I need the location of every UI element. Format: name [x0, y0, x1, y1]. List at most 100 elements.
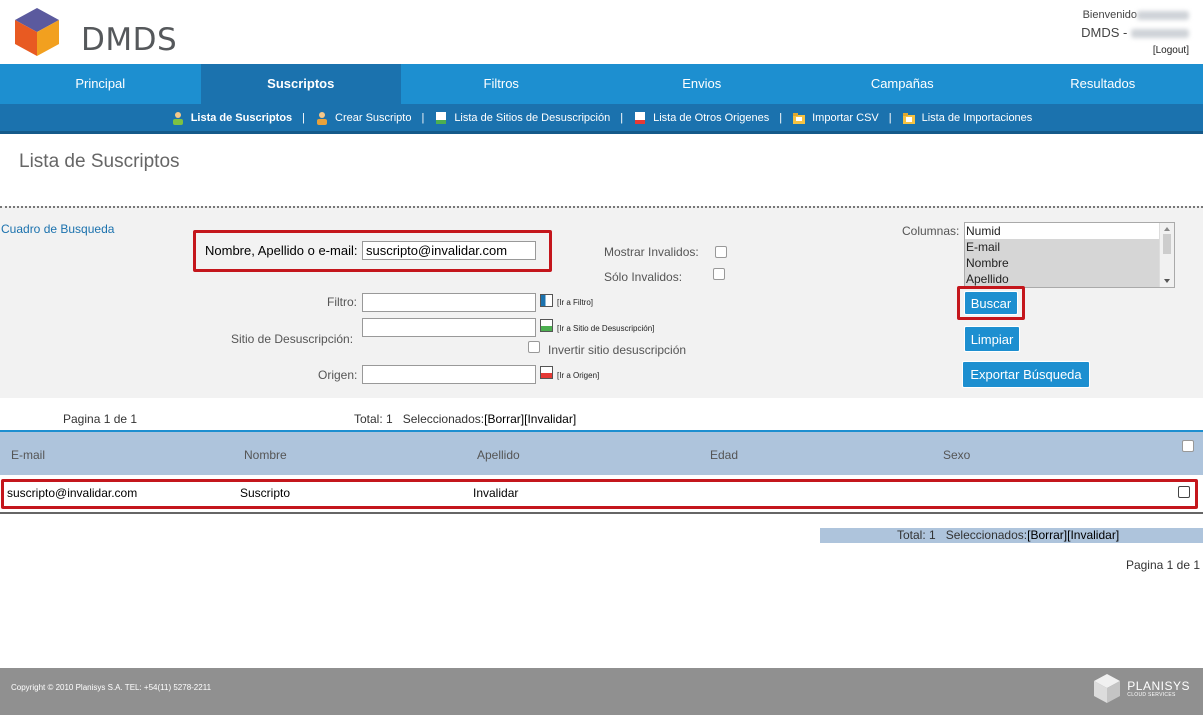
nav-tab-principal[interactable]: Principal: [0, 64, 201, 104]
only-invalid-label: Sólo Invalidos:: [604, 270, 683, 284]
footer: Copyright © 2010 Planisys S.A. TEL: +54(…: [0, 668, 1203, 715]
filter-picker-icon[interactable]: [540, 294, 553, 307]
subnav-importar-csv[interactable]: Importar CSV: [792, 111, 879, 125]
subnav-separator: |: [620, 111, 624, 124]
column-option[interactable]: Nombre: [965, 255, 1174, 271]
column-option[interactable]: E-mail: [965, 239, 1174, 255]
subnav-separator: |: [302, 111, 306, 124]
folder-list-icon: [902, 112, 915, 124]
company-name: PLANISYS: [1127, 679, 1190, 693]
welcome-text: Bienvenido: [1082, 9, 1137, 21]
page-info-top: Pagina 1 de 1: [63, 412, 138, 426]
sub-nav: Lista de Suscriptos | Crear Suscripto | …: [0, 104, 1203, 134]
subnav-separator: |: [888, 111, 892, 124]
show-invalid-label: Mostrar Invalidos:: [604, 245, 699, 259]
blurred-account: [1131, 29, 1189, 39]
green-doc-icon[interactable]: [540, 319, 553, 332]
search-caption: Cuadro de Busqueda: [1, 222, 115, 236]
origin-label: Origen:: [318, 368, 358, 382]
subnav-label: Crear Suscripto: [335, 111, 412, 124]
green-doc-icon: [436, 111, 447, 124]
results-table-header: E-mail Nombre Apellido Edad Sexo: [0, 430, 1203, 475]
subnav-separator: |: [779, 111, 783, 124]
welcome-line: Bienvenido: [1081, 9, 1189, 23]
page-info-bottom: Pagina 1 de 1: [1125, 558, 1200, 572]
subnav-label: Lista de Otros Origenes: [653, 111, 770, 124]
unsubscribe-site-label: Sitio de Desuscripción:: [231, 332, 354, 346]
selected-label: Seleccionados:: [945, 528, 1028, 542]
column-header-edad[interactable]: Edad: [710, 448, 738, 462]
highlight-search-button: [957, 286, 1025, 320]
unsubscribe-site-input[interactable]: [362, 318, 536, 337]
user-add-icon: [317, 111, 328, 125]
subnav-label: Lista de Suscriptos: [190, 111, 293, 124]
subnav-otros-origenes[interactable]: Lista de Otros Origenes: [633, 111, 769, 125]
only-invalid-checkbox[interactable]: [713, 268, 725, 280]
logo-text: DMDS: [81, 22, 178, 58]
copyright-text: Copyright © 2010 Planisys S.A. TEL: +54(…: [11, 683, 212, 692]
red-doc-icon: [635, 111, 646, 124]
nav-tab-resultados[interactable]: Resultados: [1003, 64, 1203, 104]
scrollbar-arrows-icon: [1163, 227, 1171, 283]
main-nav: Principal Suscriptos Filtros Envios Camp…: [0, 64, 1203, 104]
delete-selected-link[interactable]: [Borrar]: [1027, 528, 1067, 542]
logout-link[interactable]: [Logout]: [1081, 45, 1189, 56]
nav-tab-suscriptos[interactable]: Suscriptos: [200, 64, 401, 104]
logo[interactable]: DMDS: [12, 6, 177, 58]
clear-button[interactable]: Limpiar: [964, 326, 1020, 352]
subnav-separator: |: [421, 111, 425, 124]
columns-label: Columnas:: [902, 224, 960, 238]
invalidate-selected-link[interactable]: [Invalidar]: [524, 412, 576, 426]
column-header-sexo[interactable]: Sexo: [943, 448, 970, 462]
show-invalid-checkbox[interactable]: [715, 246, 727, 258]
highlight-name-search: [193, 230, 552, 272]
subnav-sitios-desuscripcion[interactable]: Lista de Sitios de Desuscripción: [434, 111, 610, 125]
results-summary-top: Total: 1 Seleccionados:[Borrar][Invalida…: [354, 412, 576, 426]
red-doc-icon[interactable]: [540, 366, 553, 379]
select-all-checkbox[interactable]: [1182, 440, 1194, 452]
invalidate-selected-link[interactable]: [Invalidar]: [1067, 528, 1119, 542]
export-search-button[interactable]: Exportar Búsqueda: [962, 361, 1090, 388]
invert-site-label: Invertir sitio desuscripción: [548, 343, 687, 357]
subnav-label: Importar CSV: [812, 111, 879, 124]
go-to-origin-link[interactable]: [Ir a Origen]: [557, 371, 599, 380]
column-header-nombre[interactable]: Nombre: [244, 448, 287, 462]
subnav-label: Lista de Importaciones: [921, 111, 1033, 124]
columns-select[interactable]: Numid E-mail Nombre Apellido: [964, 222, 1175, 288]
planisys-logo[interactable]: PLANISYS CLOUD SERVICES: [1092, 672, 1190, 706]
go-to-site-link[interactable]: [Ir a Sitio de Desuscripción]: [557, 324, 654, 333]
results-summary-bottom: Total: 1 Seleccionados:[Borrar][Invalida…: [820, 528, 1203, 543]
user-box: Bienvenido DMDS - [Logout]: [1081, 9, 1189, 56]
subnav-crear-suscripto[interactable]: Crear Suscripto: [315, 111, 411, 125]
column-header-email[interactable]: E-mail: [11, 448, 45, 462]
user-list-icon: [172, 111, 183, 125]
planisys-cube-icon: [1094, 674, 1121, 703]
highlight-result-row: [1, 479, 1198, 509]
header: DMDS Bienvenido DMDS - [Logout]: [0, 0, 1203, 64]
nav-tab-campanas[interactable]: Campañas: [802, 64, 1003, 104]
filter-label: Filtro:: [327, 295, 357, 309]
account-text: DMDS -: [1081, 25, 1128, 40]
page-title: Lista de Suscriptos: [19, 151, 180, 172]
delete-selected-link[interactable]: [Borrar]: [484, 412, 524, 426]
subnav-lista-suscriptos[interactable]: Lista de Suscriptos: [171, 111, 292, 125]
column-option[interactable]: Numid: [965, 223, 1174, 239]
nav-tab-envios[interactable]: Envios: [602, 64, 803, 104]
column-option[interactable]: Apellido: [965, 271, 1174, 287]
columns-scrollbar[interactable]: [1159, 223, 1174, 287]
go-to-filter-link[interactable]: [Ir a Filtro]: [557, 298, 593, 307]
account-line: DMDS -: [1081, 25, 1189, 40]
subnav-label: Lista de Sitios de Desuscripción: [454, 111, 611, 124]
invert-site-checkbox[interactable]: [528, 341, 540, 353]
subnav-lista-importaciones[interactable]: Lista de Importaciones: [902, 111, 1033, 125]
search-panel: Cuadro de Busqueda Nombre, Apellido o e-…: [0, 206, 1203, 398]
total-text: Total: 1: [897, 528, 936, 542]
origin-input[interactable]: [362, 365, 536, 384]
nav-tab-filtros[interactable]: Filtros: [401, 64, 602, 104]
filter-input[interactable]: [362, 293, 536, 312]
dmds-cube-icon: [15, 8, 59, 56]
total-text: Total: 1: [354, 412, 393, 426]
column-header-apellido[interactable]: Apellido: [477, 448, 520, 462]
blurred-username: [1137, 10, 1189, 20]
selected-label: Seleccionados:: [402, 412, 485, 426]
